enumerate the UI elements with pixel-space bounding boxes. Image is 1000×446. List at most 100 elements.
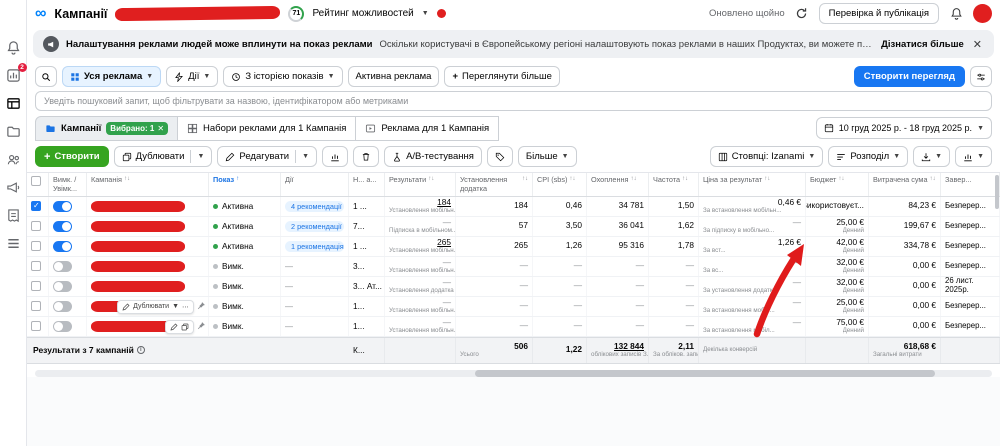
- row-toggle-cell[interactable]: [49, 296, 87, 316]
- results-cell[interactable]: 184 Установлення мобільн...: [385, 196, 456, 216]
- filter-all-ads[interactable]: Уся реклама ▼: [62, 66, 162, 87]
- results-cell[interactable]: — Установлення мобільн...: [385, 296, 456, 316]
- recommendations-cell[interactable]: 4 рекомендації: [281, 196, 349, 216]
- results-cell[interactable]: 265 Установлення мобільн...: [385, 236, 456, 256]
- all-tools-menu-icon[interactable]: [6, 236, 21, 251]
- export-button[interactable]: ▼: [913, 146, 951, 167]
- campaign-name-cell[interactable]: Дублювати▼⋯: [87, 316, 209, 336]
- row-hover-toolbar[interactable]: Дублювати ▼ ⋯: [117, 299, 194, 314]
- header-app-installs[interactable]: Установлення додатка ↑↓: [456, 173, 533, 196]
- row-toggle-cell[interactable]: [49, 196, 87, 216]
- recommendations-cell[interactable]: 2 рекомендації: [281, 216, 349, 236]
- row-checkbox-cell[interactable]: [27, 316, 49, 336]
- header-budget[interactable]: Бюджет ↑↓: [806, 173, 869, 196]
- pin-icon[interactable]: [197, 301, 206, 310]
- date-range-picker[interactable]: 10 груд 2025 р. - 18 груд 2025 р. ▼: [815, 117, 992, 139]
- select-all-checkbox[interactable]: [27, 173, 49, 196]
- create-view-button[interactable]: Створити перегляд: [853, 66, 965, 87]
- budget-cell[interactable]: 75,00 € Денний: [806, 316, 869, 336]
- recommendations-cell[interactable]: —: [281, 296, 349, 316]
- horizontal-scrollbar[interactable]: [35, 369, 992, 377]
- recommendations-cell[interactable]: —: [281, 276, 349, 296]
- tags-button[interactable]: [486, 146, 513, 167]
- pin-icon[interactable]: [197, 321, 206, 330]
- avatar[interactable]: [973, 4, 992, 23]
- delete-button[interactable]: [353, 146, 380, 167]
- row-hover-icons[interactable]: [165, 319, 194, 334]
- more-button[interactable]: Більше ▼: [517, 146, 577, 167]
- budget-cell[interactable]: 25,00 € Денний: [806, 296, 869, 316]
- row-checkbox-cell[interactable]: [27, 236, 49, 256]
- results-cell[interactable]: — Установлення мобільн...: [385, 316, 456, 336]
- header-ends[interactable]: Завер...: [941, 173, 1000, 196]
- recommendations-cell[interactable]: —: [281, 256, 349, 276]
- tab-adsets[interactable]: Набори реклами для 1 Кампанія: [177, 116, 357, 141]
- row-checkbox-cell[interactable]: [27, 196, 49, 216]
- budget-cell[interactable]: Використовуєт...: [806, 196, 869, 216]
- row-checkbox-cell[interactable]: [27, 216, 49, 236]
- tab-ads[interactable]: Реклама для 1 Кампанія: [355, 116, 500, 141]
- scrollbar-thumb[interactable]: [475, 369, 935, 377]
- header-off-on[interactable]: Вимк. / Увімк...: [49, 173, 87, 196]
- folders-icon[interactable]: [6, 124, 21, 139]
- filter-history[interactable]: З історією показів ▼: [223, 66, 343, 87]
- header-cpi[interactable]: CPI (sbs) ↑↓: [533, 173, 587, 196]
- bell-icon[interactable]: [947, 5, 965, 23]
- filter-settings-icon[interactable]: [970, 66, 992, 87]
- filter-active-ads[interactable]: Активна реклама: [347, 66, 440, 87]
- billing-icon[interactable]: [6, 208, 21, 223]
- header-results[interactable]: Результати ↑↓: [385, 173, 456, 196]
- notifications-icon[interactable]: [6, 40, 21, 55]
- vertical-scrollbar[interactable]: [995, 173, 1000, 333]
- campaign-name-cell[interactable]: Дублювати▼⋯: [87, 296, 209, 316]
- row-toggle-cell[interactable]: [49, 256, 87, 276]
- charts-button[interactable]: [322, 146, 349, 167]
- results-cell[interactable]: — Установлення мобільн...: [385, 256, 456, 276]
- promote-icon[interactable]: [6, 180, 21, 195]
- header-frequency[interactable]: Частота ↑↓: [649, 173, 699, 196]
- campaign-name-cell[interactable]: Дублювати▼⋯: [87, 196, 209, 216]
- opportunity-score-badge[interactable]: 71: [288, 5, 305, 22]
- create-button[interactable]: + Створити: [35, 146, 109, 167]
- budget-cell[interactable]: 32,00 € Денний: [806, 256, 869, 276]
- breakdown-button[interactable]: Розподіл ▼: [828, 146, 909, 167]
- header-actions[interactable]: Дії: [281, 173, 349, 196]
- results-cell[interactable]: — Підписка в мобільном...: [385, 216, 456, 236]
- duplicate-button[interactable]: Дублювати ▼: [113, 146, 213, 167]
- budget-cell[interactable]: 32,00 € Денний: [806, 276, 869, 296]
- close-icon[interactable]: ✕: [971, 38, 984, 51]
- campaign-name-cell[interactable]: Дублювати▼⋯: [87, 276, 209, 296]
- campaign-name-cell[interactable]: Дублювати▼⋯: [87, 256, 209, 276]
- row-toggle-cell[interactable]: [49, 316, 87, 336]
- results-cell[interactable]: — Установлення додатка: [385, 276, 456, 296]
- recommendations-cell[interactable]: 1 рекомендація: [281, 236, 349, 256]
- meta-logo-icon[interactable]: ∞: [35, 5, 46, 22]
- refresh-button[interactable]: [793, 5, 811, 23]
- row-toggle-cell[interactable]: [49, 236, 87, 256]
- selected-badge[interactable]: Вибрано: 1 ✕: [106, 122, 169, 135]
- edit-button[interactable]: Редагувати ▼: [217, 146, 318, 167]
- review-publish-button[interactable]: Перевірка й публікація: [818, 3, 939, 24]
- ab-test-button[interactable]: A/B-тестування: [384, 146, 482, 167]
- row-checkbox-cell[interactable]: [27, 276, 49, 296]
- filter-actions[interactable]: Дії ▼: [166, 66, 219, 87]
- recommendations-cell[interactable]: —: [281, 316, 349, 336]
- header-amount-spent[interactable]: Витрачена сума ↑↓: [869, 173, 941, 196]
- search-input[interactable]: [35, 91, 992, 111]
- header-delivery[interactable]: Показ ↑: [209, 173, 281, 196]
- banner-learn-more-link[interactable]: Дізнатися більше: [881, 39, 964, 50]
- tab-campaigns[interactable]: Кампанії Вибрано: 1 ✕: [35, 116, 179, 141]
- campaigns-table-icon[interactable]: [6, 96, 21, 111]
- audiences-icon[interactable]: [6, 152, 21, 167]
- ads-manager-icon[interactable]: 2: [6, 63, 27, 83]
- row-checkbox-cell[interactable]: [27, 256, 49, 276]
- campaign-name-cell[interactable]: Дублювати▼⋯: [87, 236, 209, 256]
- budget-cell[interactable]: 42,00 € Денний: [806, 236, 869, 256]
- open-report-button[interactable]: ▼: [955, 146, 992, 167]
- row-checkbox-cell[interactable]: [27, 296, 49, 316]
- row-toggle-cell[interactable]: [49, 276, 87, 296]
- header-cost-per-result[interactable]: Ціна за результат ↑↓: [699, 173, 806, 196]
- campaign-name-cell[interactable]: Дублювати▼⋯: [87, 216, 209, 236]
- search-button[interactable]: [35, 66, 57, 87]
- header-reach[interactable]: Охоплення ↑↓: [587, 173, 649, 196]
